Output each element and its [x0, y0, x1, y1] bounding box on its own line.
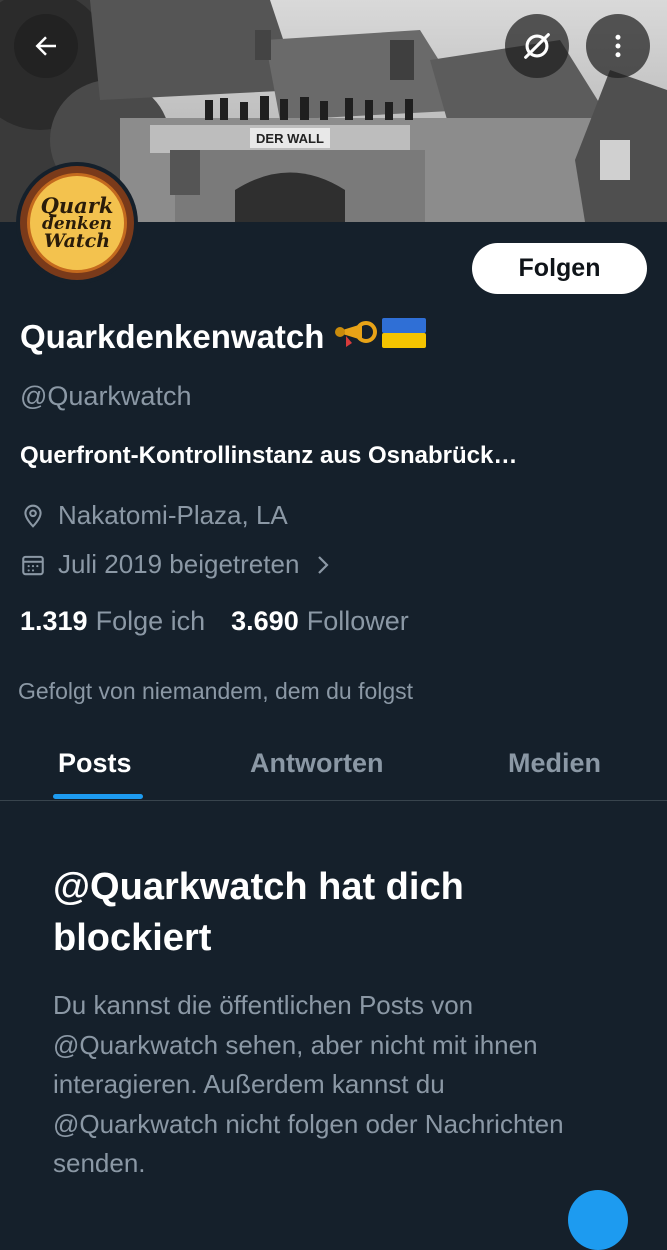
ukraine-flag-icon	[382, 318, 427, 356]
followers-stat[interactable]: 3.690 Follower	[231, 606, 409, 637]
location-pin-icon	[24, 504, 42, 528]
active-tab-indicator	[53, 794, 143, 799]
display-name: Quarkdenkenwatch	[20, 316, 427, 358]
location-text: Nakatomi-Plaza, LA	[58, 500, 288, 530]
following-count: 1.319	[20, 606, 88, 636]
calendar-icon	[22, 555, 44, 575]
tab-replies[interactable]: Antworten	[250, 748, 383, 779]
avatar[interactable]: Quark denken Watch	[16, 162, 138, 284]
follow-stats: 1.319 Folge ich 3.690 Follower	[20, 606, 409, 637]
display-name-text: Quarkdenkenwatch	[20, 318, 325, 355]
banner-sign-text: DER WALL	[256, 131, 324, 146]
blocked-description: Du kannst die öffentlichen Posts von @Qu…	[53, 990, 564, 1178]
compose-button[interactable]	[568, 1190, 628, 1250]
avatar-logo: Quark denken Watch	[27, 173, 127, 273]
avatar-logo-line: Quark	[40, 192, 114, 218]
follow-button[interactable]: Folgen	[472, 243, 647, 294]
eye-slash-icon	[524, 33, 550, 59]
blocked-title: @Quarkwatch hat dich blockiert	[53, 866, 464, 959]
avatar-logo-line: Watch	[43, 230, 111, 253]
followed-by-text: Gefolgt von niemandem, dem du folgst	[18, 678, 414, 704]
tab-posts[interactable]: Posts	[58, 748, 132, 779]
avatar-image: Quark denken Watch	[20, 166, 134, 280]
followers-count: 3.690	[231, 606, 299, 636]
handle: @Quarkwatch	[20, 381, 192, 411]
tab-media[interactable]: Medien	[508, 748, 601, 779]
chevron-right-icon	[318, 555, 329, 574]
more-vertical-icon	[615, 34, 621, 58]
back-button[interactable]	[14, 14, 78, 78]
arrow-left-icon	[35, 36, 56, 56]
following-label: Folge ich	[95, 606, 206, 636]
joined-text: Juli 2019 beigetreten	[58, 549, 300, 579]
hide-profile-button[interactable]	[505, 14, 569, 78]
profile-tabs: Posts Antworten Medien	[0, 728, 667, 801]
bio: Querfront-Kontrollinstanz aus Osnabrück…	[20, 442, 518, 469]
more-options-button[interactable]	[586, 14, 650, 78]
joined-date[interactable]: Juli 2019 beigetreten	[20, 549, 345, 580]
followers-label: Follower	[306, 606, 409, 636]
location: Nakatomi-Plaza, LA	[20, 500, 288, 531]
following-stat[interactable]: 1.319 Folge ich	[20, 606, 205, 637]
postal-horn-icon	[332, 316, 378, 358]
